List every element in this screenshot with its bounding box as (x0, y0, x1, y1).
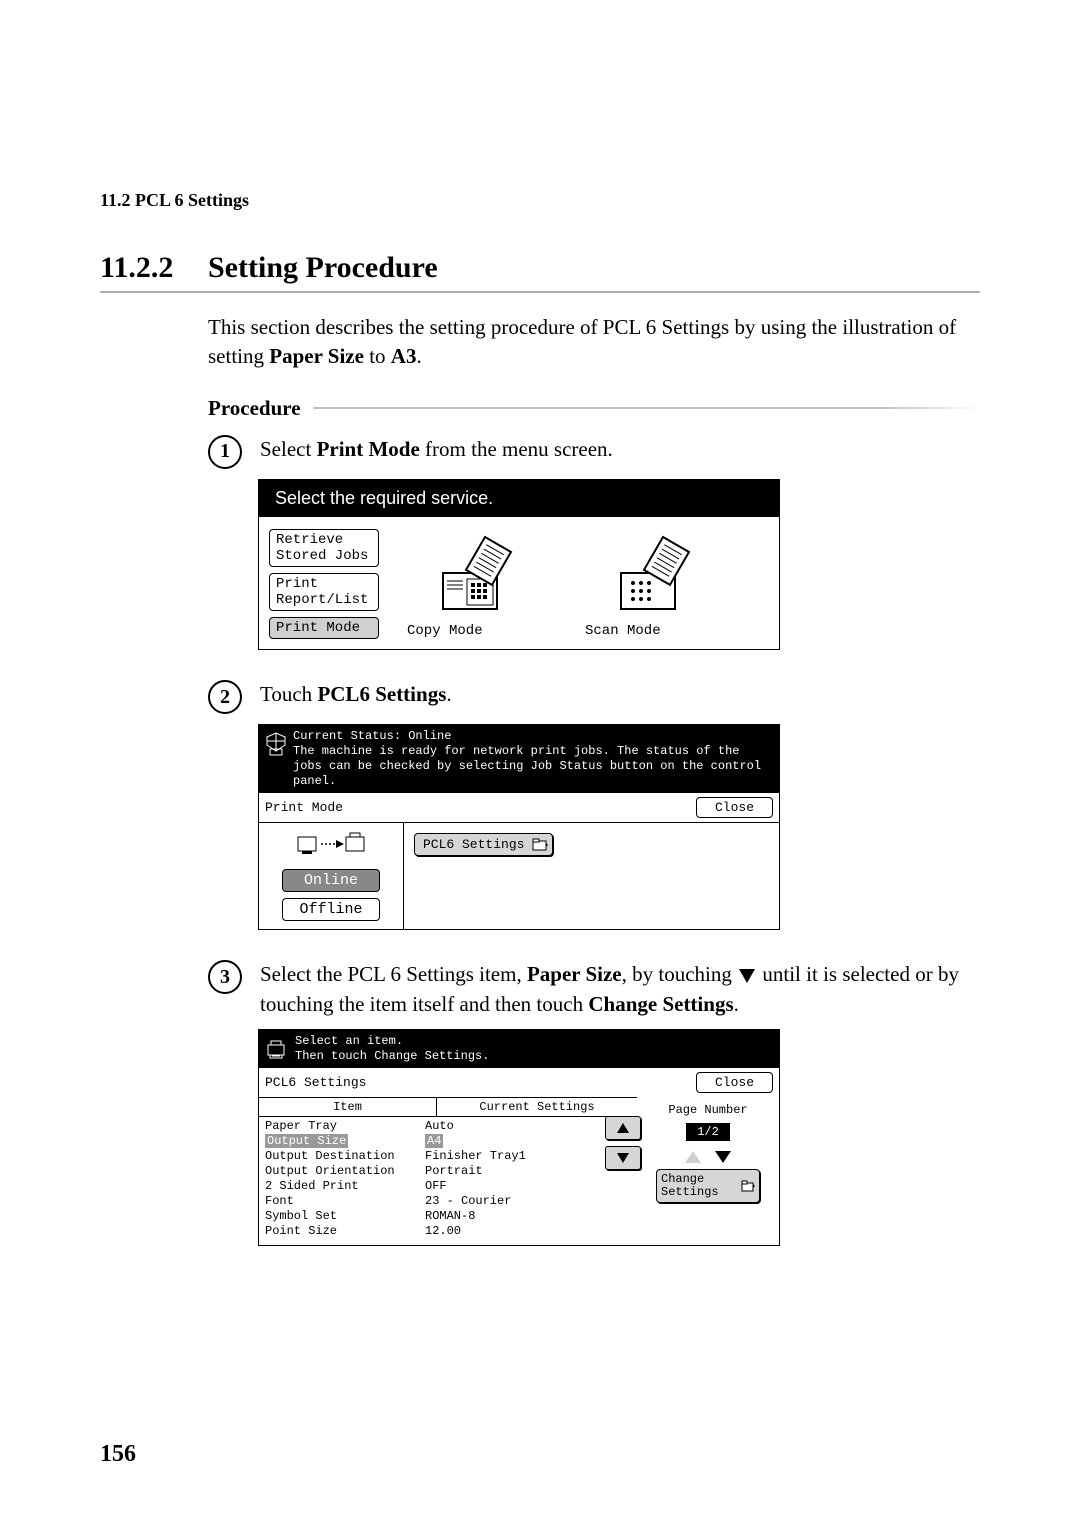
settings-item[interactable]: Output Destination (265, 1149, 425, 1164)
settings-value: 12.00 (425, 1224, 631, 1239)
running-header: 11.2 PCL 6 Settings (100, 190, 980, 211)
settings-value: Portrait (425, 1164, 631, 1179)
settings-item[interactable]: Font (265, 1194, 425, 1209)
settings-item[interactable]: Output Orientation (265, 1164, 425, 1179)
settings-item[interactable]: Symbol Set (265, 1209, 425, 1224)
intro-mid: to (364, 344, 391, 368)
change-settings-button[interactable]: Change Settings (656, 1169, 760, 1203)
settings-value: A4 (425, 1134, 631, 1149)
down-triangle-icon (739, 969, 755, 983)
settings-item[interactable]: 2 Sided Print (265, 1179, 425, 1194)
settings-item[interactable]: Paper Tray (265, 1119, 425, 1134)
scan-mode-icon (615, 533, 705, 619)
panel3-hline2: Then touch Change Settings. (295, 1049, 489, 1064)
change-settings-label: Change Settings (661, 1173, 719, 1199)
step-1-bold: Print Mode (317, 437, 420, 461)
step-3: 3 Select the PCL 6 Settings item, Paper … (208, 960, 980, 1019)
print-mode-button[interactable]: Print Mode (269, 617, 379, 639)
settings-item[interactable]: Output Size (265, 1134, 425, 1149)
folder-icon (532, 838, 548, 852)
settings-value: Finisher Tray1 (425, 1149, 631, 1164)
step-2-text: Touch PCL6 Settings. (260, 680, 980, 709)
settings-item[interactable]: Point Size (265, 1224, 425, 1239)
procedure-label-row: Procedure (208, 396, 980, 421)
step-3-pre: Select the PCL 6 Settings item, (260, 962, 527, 986)
scroll-up-button[interactable] (605, 1116, 641, 1140)
transfer-icon (296, 831, 366, 857)
online-button[interactable]: Online (282, 869, 380, 892)
procedure-rule (313, 407, 980, 409)
page-number: 156 (100, 1441, 136, 1468)
settings-value: Auto (425, 1119, 631, 1134)
step-3-bullet: 3 (208, 960, 242, 994)
copy-mode-label[interactable]: Copy Mode (407, 623, 483, 639)
print-report-list-button[interactable]: Print Report/List (269, 573, 379, 611)
step-1-pre: Select (260, 437, 317, 461)
step-3-text: Select the PCL 6 Settings item, Paper Si… (260, 960, 980, 1019)
status-icon (265, 731, 287, 757)
offline-button[interactable]: Offline (282, 898, 380, 921)
screen-pcl6-settings: Select an item. Then touch Change Settin… (258, 1029, 780, 1246)
page-number-label: Page Number (668, 1103, 747, 1117)
procedure-label: Procedure (208, 396, 301, 421)
section-title: Setting Procedure (208, 251, 438, 285)
folder-icon (741, 1180, 755, 1192)
page-up-icon[interactable] (685, 1151, 701, 1163)
settings-value: OFF (425, 1179, 631, 1194)
panel2-bar-label: Print Mode (265, 800, 696, 815)
panel3-bar-label: PCL6 Settings (265, 1075, 366, 1090)
step-2-pre: Touch (260, 682, 317, 706)
intro-bold-1: Paper Size (269, 344, 364, 368)
retrieve-stored-jobs-button[interactable]: Retrieve Stored Jobs (269, 529, 379, 567)
settings-value: ROMAN-8 (425, 1209, 631, 1224)
close-button[interactable]: Close (696, 797, 773, 818)
printer-icon (265, 1038, 287, 1060)
panel3-hline1: Select an item. (295, 1034, 489, 1049)
scan-mode-label[interactable]: Scan Mode (585, 623, 661, 639)
settings-value: 23 - Courier (425, 1194, 631, 1209)
col-current-header: Current Settings (437, 1098, 637, 1116)
step-3-bold-2: Change Settings (588, 992, 733, 1016)
pcl6-settings-button[interactable]: PCL6 Settings (414, 833, 553, 856)
intro-post: . (416, 344, 421, 368)
step-3-bold-1: Paper Size (527, 962, 622, 986)
scroll-down-button[interactable] (605, 1146, 641, 1170)
step-3-post: . (734, 992, 739, 1016)
col-item-header: Item (259, 1098, 437, 1116)
panel3-close-button[interactable]: Close (696, 1072, 773, 1093)
step-2-post: . (446, 682, 451, 706)
step-2-bold: PCL6 Settings (317, 682, 446, 706)
step-1: 1 Select Print Mode from the menu screen… (208, 435, 980, 469)
step-2: 2 Touch PCL6 Settings. (208, 680, 980, 714)
intro-paragraph: This section describes the setting proce… (208, 313, 980, 372)
section-number: 11.2.2 (100, 251, 208, 285)
page-number-value: 1/2 (686, 1123, 730, 1141)
pcl6-settings-label: PCL6 Settings (423, 837, 524, 852)
step-1-bullet: 1 (208, 435, 242, 469)
status-title: Current Status: Online (293, 729, 773, 744)
copy-mode-icon (437, 533, 527, 619)
step-1-text: Select Print Mode from the menu screen. (260, 435, 980, 464)
step-3-mid: , by touching (622, 962, 738, 986)
screen-select-service: Select the required service. Retrieve St… (258, 479, 780, 650)
screen-print-mode: Current Status: Online The machine is re… (258, 724, 780, 930)
panel1-title: Select the required service. (259, 480, 779, 517)
step-2-bullet: 2 (208, 680, 242, 714)
intro-bold-2: A3 (391, 344, 417, 368)
page-down-icon[interactable] (715, 1151, 731, 1163)
step-1-post: from the menu screen. (420, 437, 613, 461)
status-body: The machine is ready for network print j… (293, 744, 773, 789)
section-heading: 11.2.2 Setting Procedure (100, 251, 980, 293)
